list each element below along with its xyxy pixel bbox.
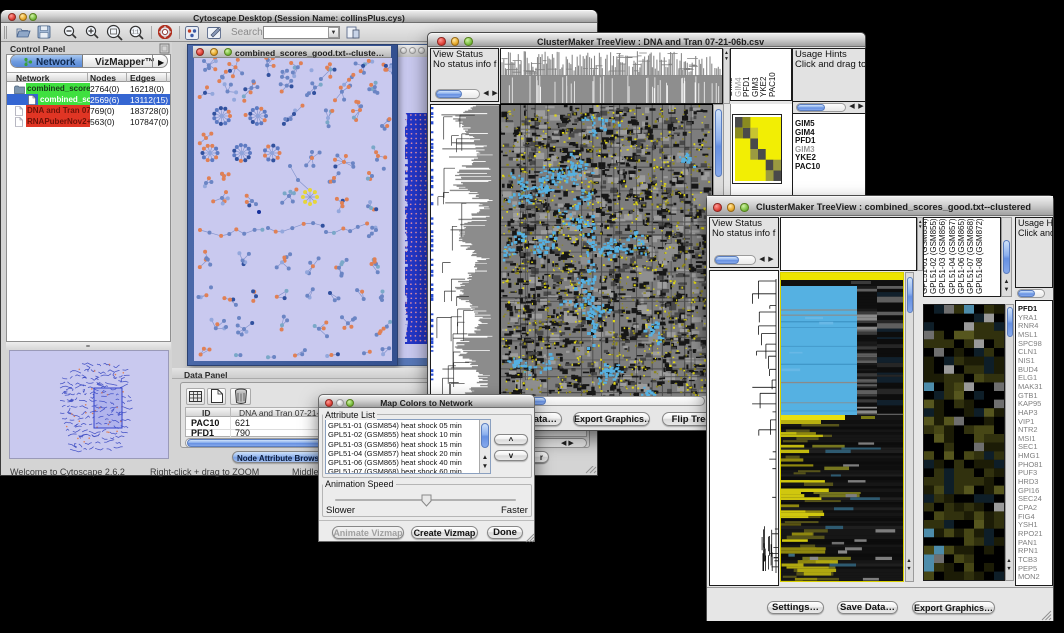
- svg-text:1:1: 1:1: [132, 30, 139, 36]
